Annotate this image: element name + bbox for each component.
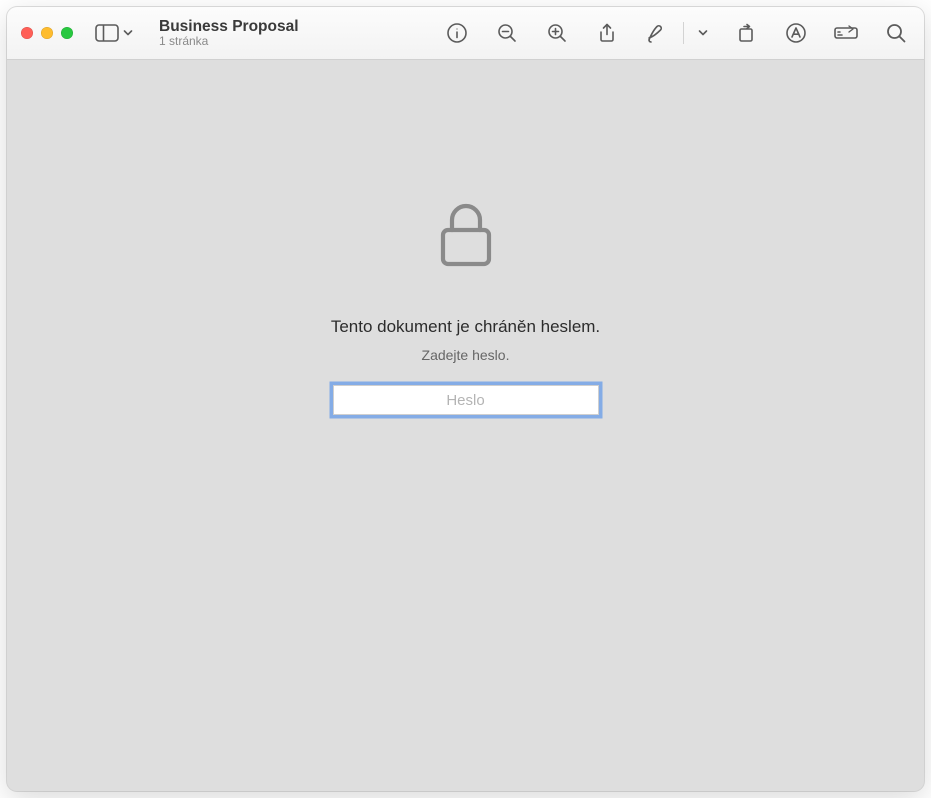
search-button[interactable]	[882, 19, 910, 47]
form-icon	[833, 24, 859, 42]
app-window: Business Proposal 1 stránka	[7, 7, 924, 791]
minimize-window-button[interactable]	[41, 27, 53, 39]
close-window-button[interactable]	[21, 27, 33, 39]
password-input[interactable]	[333, 385, 599, 415]
zoom-out-button[interactable]	[493, 19, 521, 47]
title-block: Business Proposal 1 stránka	[159, 18, 319, 49]
info-button[interactable]	[443, 19, 471, 47]
protected-heading: Tento dokument je chráněn heslem.	[331, 317, 600, 337]
window-title: Business Proposal	[159, 18, 319, 36]
rotate-button[interactable]	[732, 19, 760, 47]
markup-button[interactable]	[643, 19, 671, 47]
markup-tool-group	[643, 19, 710, 47]
share-button[interactable]	[593, 19, 621, 47]
highlight-icon	[785, 22, 807, 44]
markup-icon	[646, 22, 668, 44]
search-icon	[885, 22, 907, 44]
window-subtitle: 1 stránka	[159, 35, 319, 48]
markup-dropdown-button[interactable]	[696, 19, 710, 47]
traffic-lights	[21, 27, 73, 39]
toolbar-separator	[683, 22, 684, 44]
zoom-in-button[interactable]	[543, 19, 571, 47]
protected-subheading: Zadejte heslo.	[422, 347, 510, 363]
zoom-out-icon	[496, 22, 518, 44]
info-icon	[446, 22, 468, 44]
lock-icon	[437, 200, 495, 275]
zoom-in-icon	[546, 22, 568, 44]
toolbar	[443, 19, 914, 47]
content-area: Tento dokument je chráněn heslem. Zadejt…	[7, 60, 924, 791]
fullscreen-window-button[interactable]	[61, 27, 73, 39]
sidebar-toggle-button[interactable]	[91, 21, 137, 45]
share-icon	[596, 22, 618, 44]
form-button[interactable]	[832, 19, 860, 47]
chevron-down-icon	[698, 28, 708, 38]
password-field-wrap	[333, 385, 599, 415]
chevron-down-icon	[123, 28, 133, 38]
highlight-button[interactable]	[782, 19, 810, 47]
rotate-icon	[735, 22, 757, 44]
sidebar-icon	[95, 24, 119, 42]
titlebar: Business Proposal 1 stránka	[7, 7, 924, 60]
